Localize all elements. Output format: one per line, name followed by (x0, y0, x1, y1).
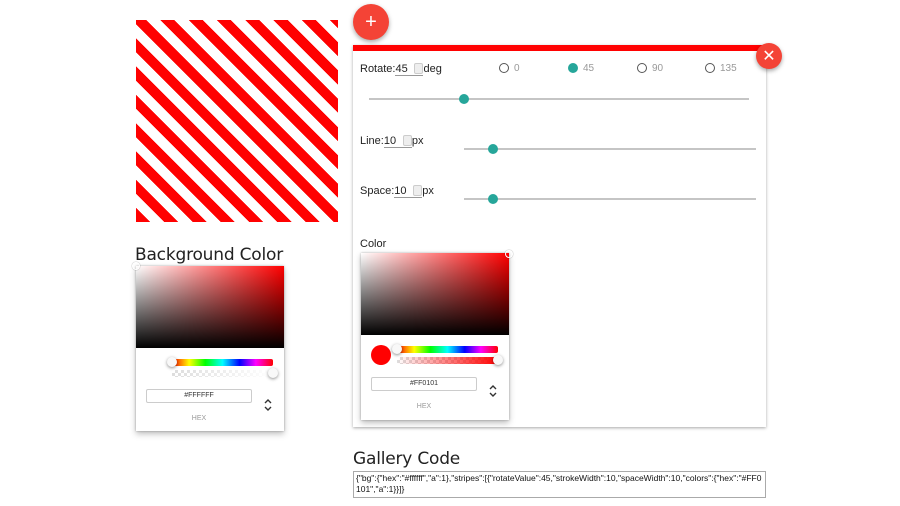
gallery-code-title: Gallery Code (353, 449, 461, 469)
hue-slider[interactable] (167, 357, 273, 367)
add-stripe-button[interactable]: + (353, 4, 389, 40)
line-row: Line:10 px (360, 134, 423, 148)
rotate-spinner-icon[interactable] (414, 63, 424, 74)
background-color-title: Background Color (135, 245, 284, 265)
rotate-option-0[interactable]: 0 (499, 63, 520, 74)
hex-label: HEX (191, 415, 207, 422)
line-slider[interactable] (464, 144, 756, 154)
line-label: Line: (360, 135, 384, 147)
color-swatch (371, 345, 391, 365)
saturation-pointer[interactable] (505, 250, 513, 258)
space-spinner-icon[interactable] (413, 185, 423, 196)
alpha-slider[interactable] (397, 355, 503, 365)
rotate-row: Rotate:45 deg (360, 62, 442, 76)
line-unit: px (411, 135, 424, 147)
stripe-color-picker: #FF0101 HEX (361, 250, 513, 420)
rotate-slider[interactable] (369, 94, 749, 104)
hue-slider[interactable] (392, 344, 498, 354)
background-color-picker: #FFFFFF HEX (132, 262, 284, 431)
alpha-slider[interactable] (172, 368, 278, 378)
space-slider-thumb[interactable] (488, 194, 499, 204)
format-toggle-icon[interactable] (263, 397, 273, 413)
gallery-code-textarea[interactable]: {"bg":{"hex":"#ffffff","a":1},"stripes":… (353, 471, 766, 498)
radio-icon (705, 63, 715, 74)
saturation-area[interactable] (361, 250, 513, 335)
radio-icon (637, 63, 647, 74)
hex-input[interactable]: #FFFFFF (146, 389, 252, 403)
space-unit: px (422, 185, 434, 197)
line-input[interactable]: 10 (383, 134, 412, 148)
space-input[interactable]: 10 (394, 184, 423, 198)
saturation-area[interactable] (132, 262, 284, 348)
rotate-label: Rotate: (360, 63, 396, 75)
line-spinner-icon[interactable] (402, 135, 412, 146)
rotate-option-135[interactable]: 135 (705, 63, 737, 74)
space-row: Space:10 px (360, 184, 434, 198)
stripe-settings-card: Rotate:45 deg 0 45 90 135 Line:10 px Space… (353, 45, 766, 427)
rotate-option-45[interactable]: 45 (568, 63, 594, 74)
radio-checked-icon (568, 63, 578, 74)
color-label: Color (360, 238, 387, 250)
close-stripe-button[interactable]: ✕ (756, 43, 782, 69)
saturation-pointer[interactable] (132, 262, 140, 270)
hue-slider-knob[interactable] (167, 357, 177, 367)
rotate-unit: deg (423, 63, 442, 75)
line-slider-thumb[interactable] (488, 144, 499, 154)
alpha-slider-knob[interactable] (268, 368, 278, 378)
radio-icon (499, 63, 509, 74)
format-toggle-icon[interactable] (488, 383, 498, 399)
space-slider[interactable] (464, 194, 756, 204)
rotate-input[interactable]: 45 (395, 62, 424, 76)
space-label: Space: (360, 185, 395, 197)
hex-input[interactable]: #FF0101 (371, 377, 477, 391)
rotate-option-90[interactable]: 90 (637, 63, 663, 74)
hue-slider-knob[interactable] (392, 344, 402, 354)
rotate-slider-thumb[interactable] (459, 94, 469, 104)
alpha-slider-knob[interactable] (493, 355, 503, 365)
hex-label: HEX (416, 403, 432, 410)
stripe-preview (136, 20, 338, 222)
